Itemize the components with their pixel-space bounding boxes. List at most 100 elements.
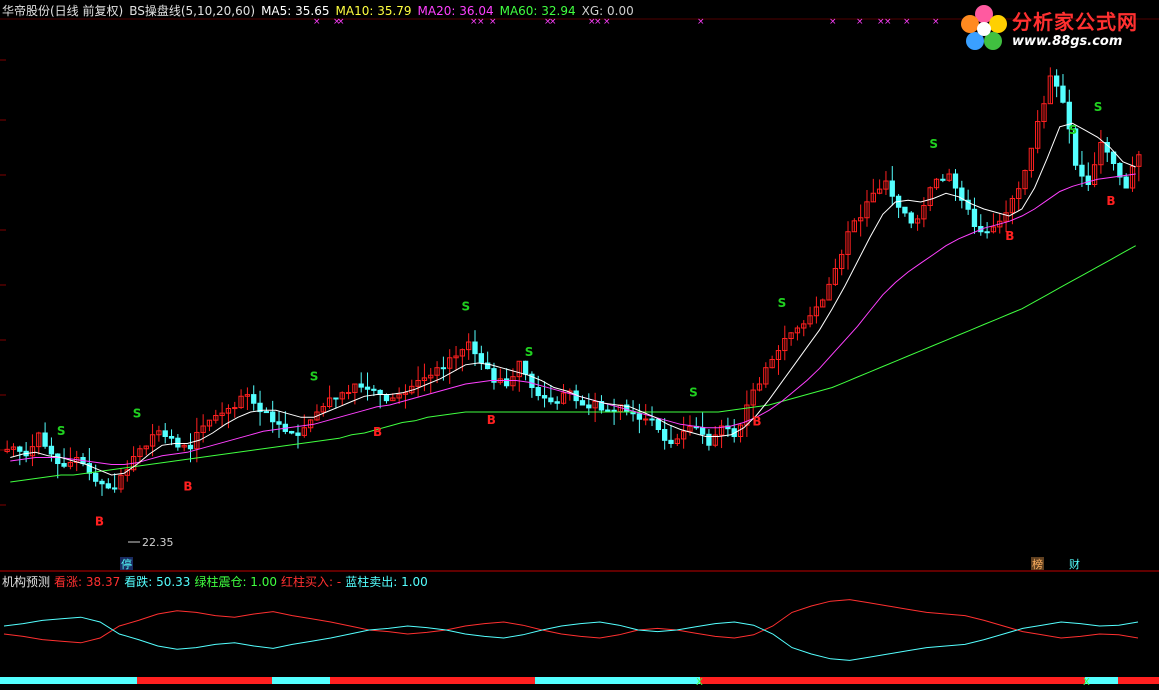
stock-title: 华帝股份(日线 前复权)	[2, 4, 124, 18]
bar-mark: X	[1083, 677, 1090, 688]
xg-mark: ×	[856, 17, 864, 27]
candle-body	[42, 432, 48, 447]
signal-bar-segment	[137, 677, 272, 684]
candle-body	[541, 395, 548, 399]
signal-bar-segment	[0, 677, 137, 684]
candle-body	[105, 483, 111, 489]
xg-mark: ×	[903, 17, 911, 27]
xg-mark: ×	[337, 17, 345, 27]
bearish-label: 看跌: 50.33	[124, 575, 191, 589]
xg-mark: ×	[594, 17, 602, 27]
bar-mark: X	[696, 677, 703, 688]
candle-body	[111, 487, 118, 490]
candle-body	[605, 409, 611, 412]
candle-body	[232, 407, 238, 410]
candle-body	[535, 387, 541, 397]
signal-bar-segment	[1085, 677, 1118, 684]
candle-body	[668, 439, 674, 445]
signal-b: B	[1005, 229, 1014, 243]
indicator-panel-name: 机构预测	[2, 575, 51, 589]
signal-s: S	[462, 300, 471, 314]
candle-body	[908, 212, 914, 224]
candle-body	[295, 432, 301, 436]
xg-mark: ×	[884, 17, 892, 27]
candle-body	[699, 427, 706, 435]
candle-body	[371, 388, 377, 391]
candle-body	[1085, 175, 1091, 185]
ma10-label: MA10: 35.79	[335, 4, 412, 18]
candle-body	[902, 206, 908, 214]
signal-s: S	[689, 385, 698, 399]
signal-s: S	[57, 424, 66, 438]
bullish-label: 看涨: 38.37	[54, 575, 121, 589]
signal-b: B	[752, 415, 761, 429]
signal-s: S	[310, 370, 319, 384]
ma5-line	[10, 122, 1136, 476]
candle-body	[333, 397, 339, 400]
bearish-line	[3, 616, 1139, 661]
signal-b: B	[95, 514, 104, 528]
candle-body	[655, 419, 662, 430]
xg-mark: ×	[829, 17, 837, 27]
candle-body	[662, 429, 668, 441]
xg-mark: ×	[603, 17, 611, 27]
candle-body	[93, 472, 99, 482]
candle-body	[358, 383, 364, 388]
candle-body	[175, 437, 181, 448]
ma5-label: MA5: 35.65	[261, 4, 330, 18]
xg-mark: ×	[477, 17, 485, 27]
candle-body	[952, 173, 959, 189]
candle-body	[554, 401, 560, 404]
event-list-mark: 榜	[1032, 557, 1043, 571]
bullish-line	[3, 599, 1139, 644]
candle-body	[99, 480, 105, 485]
candle-body	[611, 409, 617, 413]
candle-body	[1117, 163, 1123, 178]
indicator-header: 机构预测 看涨: 38.37 看跌: 50.33 绿柱震仓: 1.00 红柱买入: -蓝…	[2, 573, 432, 589]
candle-body	[162, 430, 168, 438]
candle-body	[548, 397, 554, 403]
flower-logo-icon	[961, 5, 1007, 50]
candle-body	[643, 418, 649, 421]
blue-bar-label: 蓝柱卖出: 1.00	[345, 575, 428, 589]
signal-bar-segment	[535, 677, 700, 684]
candle-body	[17, 446, 23, 452]
signal-s: S	[133, 406, 142, 420]
signal-b: B	[487, 413, 496, 427]
candle-body	[649, 418, 655, 421]
candle-body	[364, 386, 371, 390]
candle-body	[1060, 85, 1066, 103]
candle-body	[503, 378, 510, 387]
signal-b: B	[183, 479, 192, 493]
candle-body	[940, 178, 946, 181]
candle-body	[168, 436, 175, 439]
candle-body	[55, 453, 61, 465]
chart-header: 华帝股份(日线 前复权) BS操盘线(5,10,20,60) MA5: 35.65 M…	[2, 2, 640, 18]
event-suspend-mark: 停	[121, 557, 132, 571]
signal-bar-segment	[330, 677, 535, 684]
chart-window: S S S S S S S S S S B B B B B B B × × × × × × × × × × × × × × × × × × 22.35…	[0, 0, 1159, 690]
candle-body	[478, 353, 484, 364]
candle-body	[440, 367, 447, 370]
signal-bar-segment	[700, 677, 1085, 684]
logo-url: www.88gs.com	[1012, 34, 1123, 49]
signal-bar-segment	[1118, 677, 1159, 684]
ma20-line	[10, 173, 1136, 465]
site-logo: 分析家公式网 www.88gs.com	[958, 2, 1156, 54]
signal-s: S	[1094, 100, 1103, 114]
candle-body	[251, 394, 257, 404]
candle-body	[586, 404, 592, 409]
signal-bar-segment	[272, 677, 330, 684]
candle-body	[289, 430, 295, 434]
logo-title: 分析家公式网	[1012, 10, 1138, 34]
xg-mark: ×	[932, 17, 940, 27]
candle-body	[1053, 75, 1060, 87]
green-bar-label: 绿柱震仓: 1.00	[194, 575, 278, 589]
candle-body	[276, 421, 282, 425]
xg-mark: ×	[697, 17, 705, 27]
signal-s: S	[1068, 123, 1077, 137]
candle-body	[263, 411, 270, 414]
xg-label: XG: 0.00	[581, 4, 634, 18]
candle-body	[187, 444, 194, 450]
candle-body	[1123, 176, 1129, 189]
